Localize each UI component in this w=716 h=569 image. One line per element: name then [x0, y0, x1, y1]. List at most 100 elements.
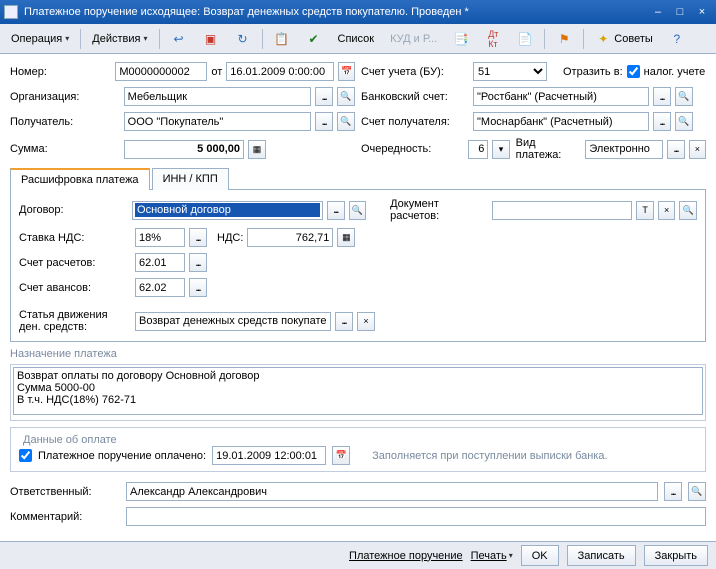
recip-acc-dots-button[interactable]: ...	[653, 112, 671, 131]
contract-input[interactable]: Основной договор	[132, 201, 323, 220]
save-button[interactable]: Записать	[567, 545, 636, 566]
advice-button[interactable]: ✦Советы	[588, 28, 659, 50]
app-icon	[4, 5, 18, 19]
flow-dots-button[interactable]: ...	[335, 312, 353, 331]
contract-label: Договор:	[19, 204, 128, 216]
paid-hint: Заполняется при поступлении выписки банк…	[372, 450, 607, 462]
purpose-box: Возврат оплаты по договору Основной дого…	[10, 364, 706, 421]
copy-icon[interactable]: 📋	[267, 28, 297, 50]
sum-calc-icon[interactable]: ▦	[248, 140, 266, 159]
minimize-button[interactable]: –	[648, 3, 668, 21]
bank-dots-button[interactable]: ...	[653, 87, 671, 106]
calc-acc-dots-button[interactable]: ...	[189, 253, 207, 272]
maximize-button[interactable]: □	[670, 3, 690, 21]
seq-spinner-icon[interactable]: ▾	[492, 140, 509, 159]
paytype-label: Вид платежа:	[516, 137, 582, 161]
ok-button[interactable]: OK	[521, 545, 559, 566]
org-dots-button[interactable]: ...	[315, 87, 333, 106]
vat-input[interactable]	[247, 228, 333, 247]
recip-dots-button[interactable]: ...	[315, 112, 333, 131]
tab-inn-kpp[interactable]: ИНН / КПП	[152, 168, 229, 190]
sum-input[interactable]	[124, 140, 244, 159]
vat-label: НДС:	[217, 232, 243, 244]
doc-icon[interactable]: 📄	[510, 28, 540, 50]
org-lookup-icon[interactable]: 🔍	[337, 87, 355, 106]
form-icon[interactable]: ▣	[196, 28, 226, 50]
recip-acc-input[interactable]	[473, 112, 649, 131]
flag-icon[interactable]: ⚑	[549, 28, 579, 50]
back-icon[interactable]: ↩	[164, 28, 194, 50]
reflect-label: Отразить в:	[563, 66, 623, 78]
vat-rate-label: Ставка НДС:	[19, 232, 131, 244]
date-input[interactable]	[226, 62, 334, 81]
bank-input[interactable]	[473, 87, 649, 106]
window-title: Платежное поручение исходящее: Возврат д…	[24, 6, 646, 18]
nalog-checkbox[interactable]	[627, 65, 640, 78]
contract-dots-button[interactable]: ...	[327, 201, 345, 220]
dtdot-icon[interactable]: ДтКт	[478, 28, 508, 50]
dbcr-icon[interactable]: 📑	[446, 28, 476, 50]
calendar-icon[interactable]: 📅	[338, 62, 355, 81]
print-button[interactable]: Печать	[471, 550, 507, 562]
seq-input[interactable]	[468, 140, 488, 159]
toolbar: Операция▾ Действия▾ ↩ ▣ ↻ 📋 ✔ Список КУД…	[0, 24, 716, 54]
org-label: Организация:	[10, 91, 120, 103]
doc-lookup-icon[interactable]: 🔍	[679, 201, 697, 220]
paid-calendar-icon[interactable]: 📅	[332, 446, 350, 465]
refresh-icon[interactable]: ↻	[228, 28, 258, 50]
doc-input[interactable]	[492, 201, 632, 220]
flow-clear-icon[interactable]: ×	[357, 312, 375, 331]
resp-lookup-icon[interactable]: 🔍	[688, 482, 706, 501]
operation-menu[interactable]: Операция▾	[4, 28, 76, 50]
paid-label: Платежное поручение оплачено:	[38, 450, 206, 462]
purpose-title: Назначение платежа	[10, 348, 706, 360]
recip-acc-lookup-icon[interactable]: 🔍	[675, 112, 693, 131]
close-button[interactable]: Закрыть	[644, 545, 708, 566]
post-icon[interactable]: ✔	[299, 28, 329, 50]
po-link[interactable]: Платежное поручение	[349, 550, 463, 562]
comment-input[interactable]	[126, 507, 706, 526]
number-label: Номер:	[10, 66, 111, 78]
recip-acc-label: Счет получателя:	[361, 116, 469, 128]
tabs: Расшифровка платежа ИНН / КПП	[10, 167, 706, 190]
calc-acc-label: Счет расчетов:	[19, 257, 131, 269]
adv-acc-input[interactable]	[135, 278, 185, 297]
resp-dots-button[interactable]: ...	[664, 482, 682, 501]
title-bar: Платежное поручение исходящее: Возврат д…	[0, 0, 716, 24]
recip-label: Получатель:	[10, 116, 120, 128]
kudir-button[interactable]: КУД и Р...	[383, 28, 444, 50]
doc-clear-icon[interactable]: ×	[658, 201, 676, 220]
resp-input[interactable]	[126, 482, 658, 501]
doc-t-button[interactable]: T	[636, 201, 654, 220]
org-input[interactable]	[124, 87, 311, 106]
vat-rate-input[interactable]	[135, 228, 185, 247]
flow-input[interactable]	[135, 312, 331, 331]
bank-lookup-icon[interactable]: 🔍	[675, 87, 693, 106]
number-input[interactable]	[115, 62, 207, 81]
recip-lookup-icon[interactable]: 🔍	[337, 112, 355, 131]
close-window-button[interactable]: ×	[692, 3, 712, 21]
account-bu-select[interactable]: 51	[473, 62, 547, 81]
paytype-clear-icon[interactable]: ×	[689, 140, 706, 159]
comment-label: Комментарий:	[10, 511, 120, 523]
vat-calc-icon[interactable]: ▦	[337, 228, 355, 247]
ot-label: от	[211, 66, 222, 78]
adv-acc-dots-button[interactable]: ...	[189, 278, 207, 297]
paid-date-input[interactable]	[212, 446, 326, 465]
purpose-textarea[interactable]: Возврат оплаты по договору Основной дого…	[13, 367, 703, 415]
actions-menu[interactable]: Действия▾	[85, 28, 154, 50]
seq-label: Очередность:	[361, 143, 464, 155]
tab-pane: Договор: Основной договор ... 🔍 Документ…	[10, 190, 706, 342]
paytype-dots-button[interactable]: ...	[667, 140, 684, 159]
tab-detail[interactable]: Расшифровка платежа	[10, 168, 150, 190]
calc-acc-input[interactable]	[135, 253, 185, 272]
payment-title: Данные об оплате	[19, 434, 121, 446]
help-icon[interactable]: ?	[662, 28, 692, 50]
sum-label: Сумма:	[10, 143, 120, 155]
recip-input[interactable]	[124, 112, 311, 131]
list-button[interactable]: Список	[331, 28, 382, 50]
paid-checkbox[interactable]	[19, 449, 32, 462]
paytype-input[interactable]	[585, 140, 663, 159]
contract-lookup-icon[interactable]: 🔍	[349, 201, 367, 220]
vat-rate-dots-button[interactable]: ...	[189, 228, 207, 247]
